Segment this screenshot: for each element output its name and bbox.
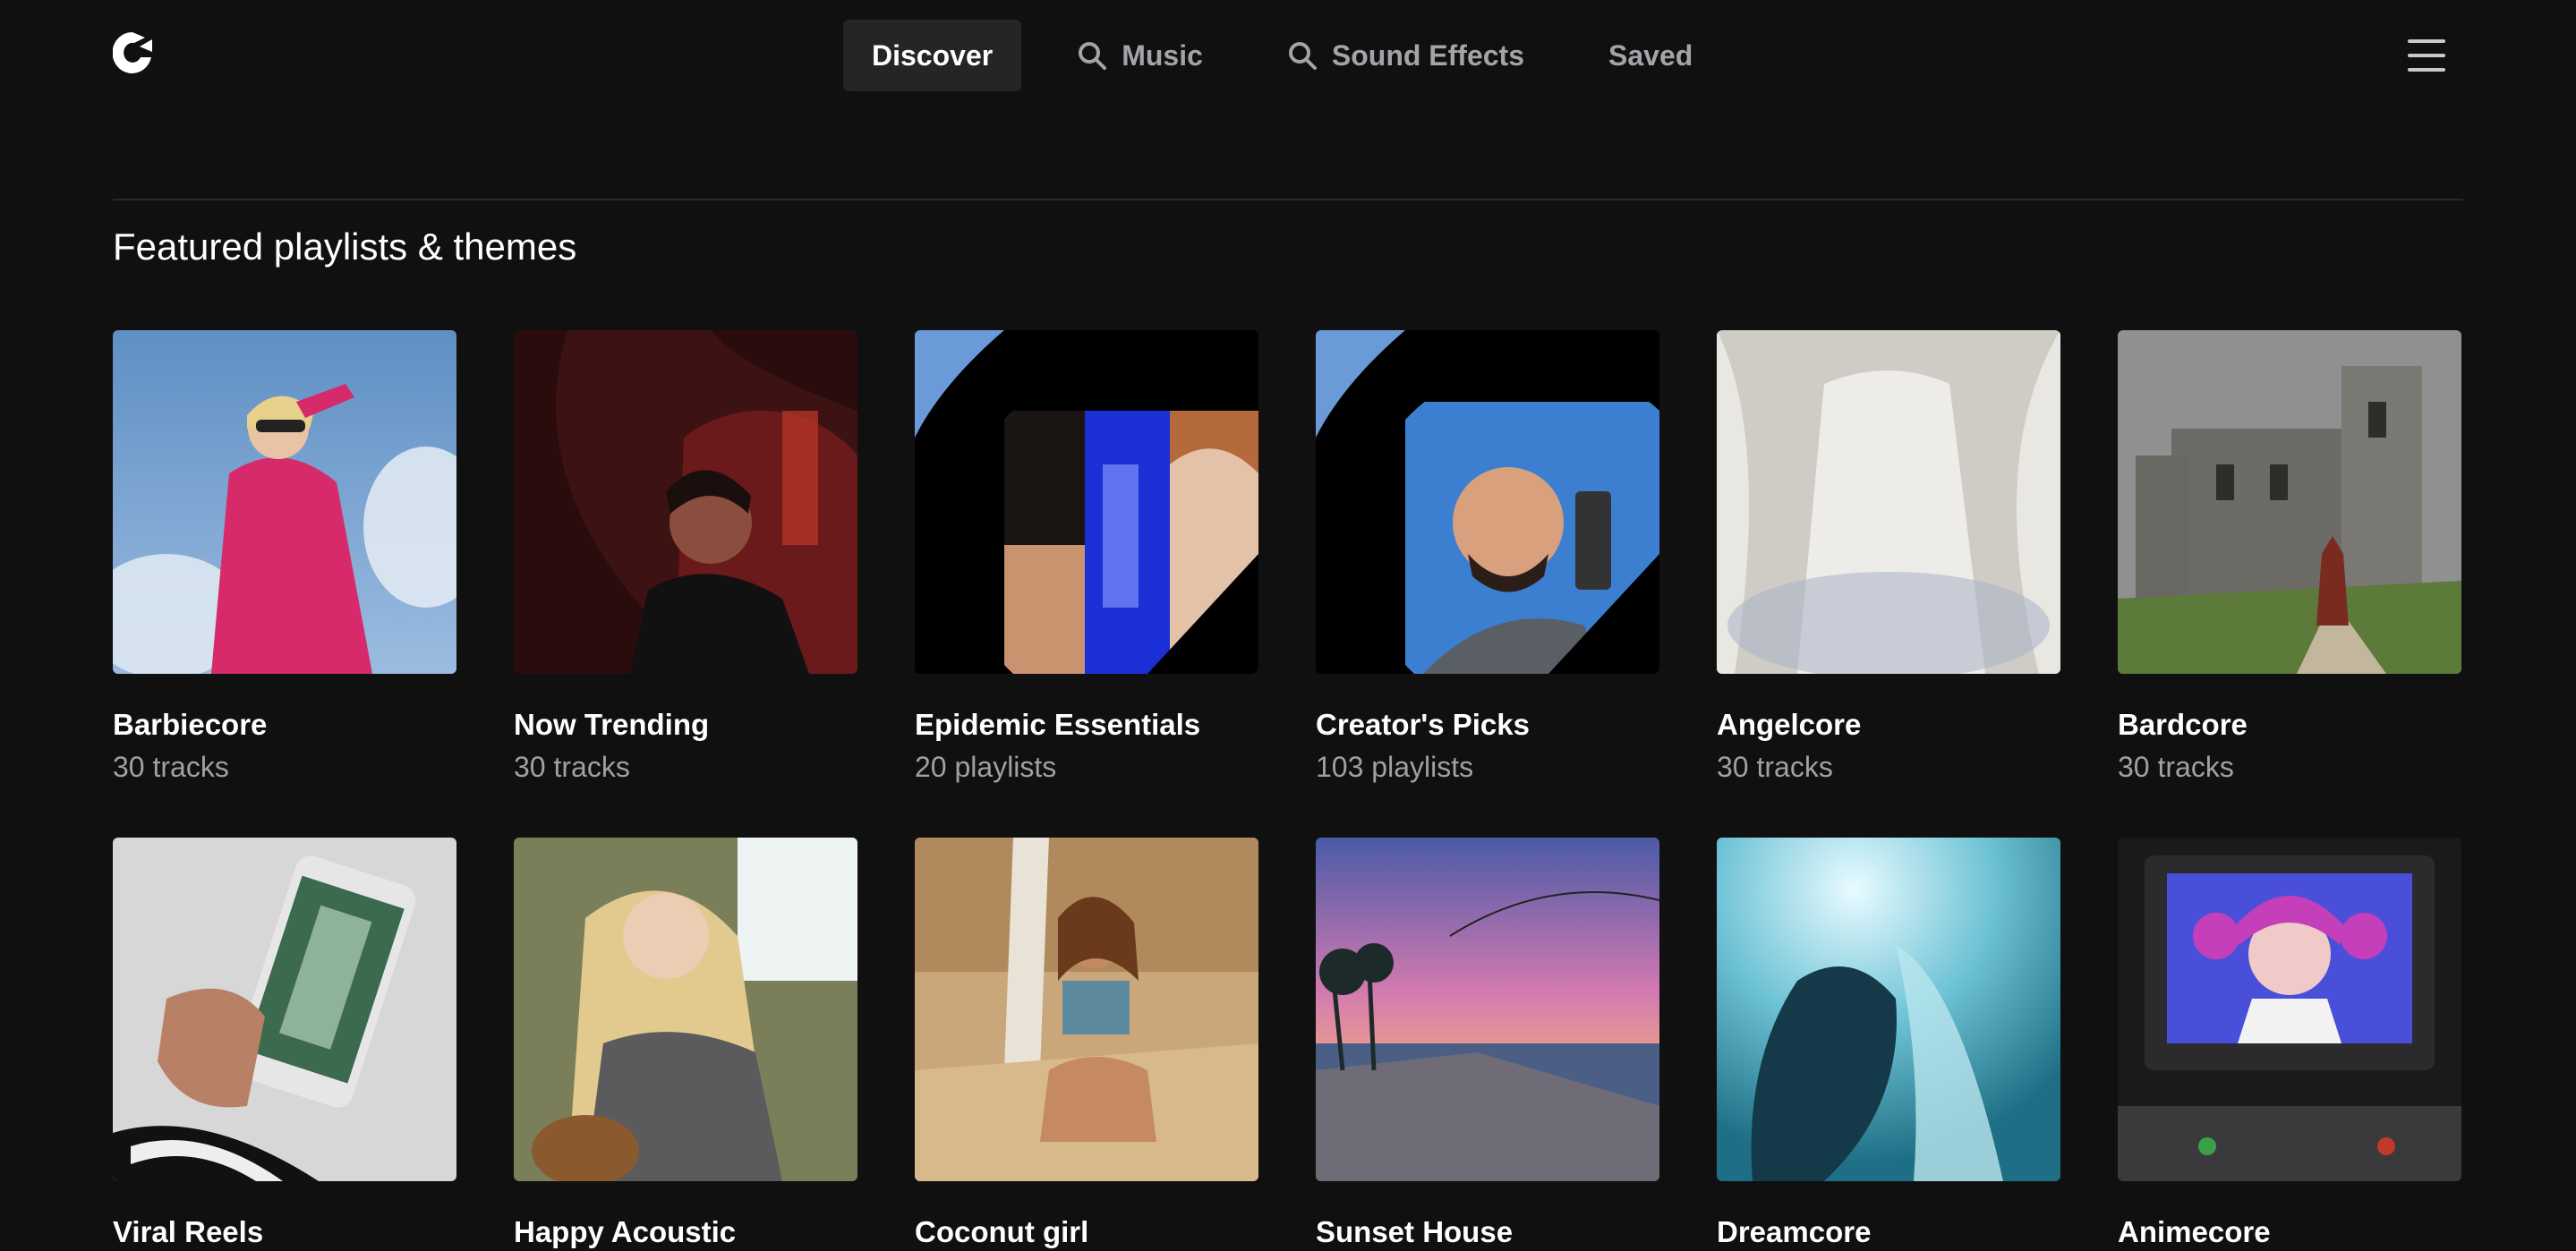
playlist-thumbnail: [514, 330, 857, 674]
playlist-thumbnail: [1717, 330, 2060, 674]
playlist-thumbnail: [1316, 330, 1659, 674]
section-divider: [113, 199, 2463, 200]
playlist-count: 30 tracks: [2118, 751, 2234, 783]
brand-logo[interactable]: [112, 30, 152, 75]
app-window: Discover Music Sound Effects Saved Featu…: [0, 0, 2576, 1251]
playlist-grid: Barbiecore 30 tracks Now Trending 30 tra…: [113, 330, 2463, 1251]
playlist-card-creators-picks[interactable]: Creator's Picks 103 playlists: [1316, 330, 1659, 784]
playlist-count: 30 tracks: [1717, 751, 1833, 783]
playlist-card-animecore[interactable]: Animecore: [2118, 838, 2461, 1251]
playlist-title: Now Trending: [514, 708, 710, 741]
nav-discover-label: Discover: [872, 38, 994, 72]
search-icon: [1288, 42, 1317, 70]
playlist-thumbnail: [113, 838, 456, 1181]
playlist-title: Animecore: [2118, 1215, 2271, 1248]
nav-sound-effects[interactable]: Sound Effects: [1258, 20, 1553, 91]
playlist-card-viral-reels[interactable]: Viral Reels: [113, 838, 456, 1251]
playlist-thumbnail: [2118, 838, 2461, 1181]
playlist-card-barbiecore[interactable]: Barbiecore 30 tracks: [113, 330, 456, 784]
playlist-count: 30 tracks: [514, 751, 630, 783]
playlist-count: 103 playlists: [1316, 751, 1474, 783]
playlist-thumbnail: [2118, 330, 2461, 674]
nav-music-label: Music: [1122, 38, 1203, 72]
playlist-title: Creator's Picks: [1316, 708, 1530, 741]
playlist-card-dreamcore[interactable]: Dreamcore: [1717, 838, 2060, 1251]
playlist-title: Coconut girl: [915, 1215, 1089, 1248]
search-icon: [1079, 42, 1107, 70]
playlist-title: Viral Reels: [113, 1215, 264, 1248]
nav-sound-effects-label: Sound Effects: [1331, 38, 1524, 72]
section-title: Featured playlists & themes: [113, 226, 577, 268]
playlist-thumbnail: [1717, 838, 2060, 1181]
nav-music[interactable]: Music: [1048, 20, 1232, 91]
nav-discover[interactable]: Discover: [843, 20, 1022, 91]
playlist-count: 30 tracks: [113, 751, 229, 783]
playlist-thumbnail: [1316, 838, 1659, 1181]
playlist-card-sunset-house[interactable]: Sunset House: [1316, 838, 1659, 1251]
playlist-card-coconut-girl[interactable]: Coconut girl: [915, 838, 1258, 1251]
playlist-title: Epidemic Essentials: [915, 708, 1201, 741]
playlist-card-angelcore[interactable]: Angelcore 30 tracks: [1717, 330, 2060, 784]
main-nav: Discover Music Sound Effects Saved: [843, 20, 1748, 91]
playlist-title: Happy Acoustic: [514, 1215, 737, 1248]
playlist-card-bardcore[interactable]: Bardcore 30 tracks: [2118, 330, 2461, 784]
nav-saved[interactable]: Saved: [1580, 20, 1721, 91]
top-bar: Discover Music Sound Effects Saved: [0, 0, 2576, 111]
playlist-card-happy-acoustic[interactable]: Happy Acoustic: [514, 838, 857, 1251]
hamburger-menu-icon[interactable]: [2408, 39, 2445, 72]
playlist-thumbnail: [514, 838, 857, 1181]
playlist-title: Dreamcore: [1717, 1215, 1872, 1248]
playlist-count: 20 playlists: [915, 751, 1057, 783]
playlist-title: Bardcore: [2118, 708, 2248, 741]
playlist-thumbnail: [915, 838, 1258, 1181]
playlist-title: Barbiecore: [113, 708, 268, 741]
playlist-card-now-trending[interactable]: Now Trending 30 tracks: [514, 330, 857, 784]
playlist-title: Sunset House: [1316, 1215, 1514, 1248]
playlist-title: Angelcore: [1717, 708, 1862, 741]
playlist-thumbnail: [915, 330, 1258, 674]
playlist-thumbnail: [113, 330, 456, 674]
nav-saved-label: Saved: [1608, 38, 1693, 72]
playlist-card-epidemic-essentials[interactable]: Epidemic Essentials 20 playlists: [915, 330, 1258, 784]
